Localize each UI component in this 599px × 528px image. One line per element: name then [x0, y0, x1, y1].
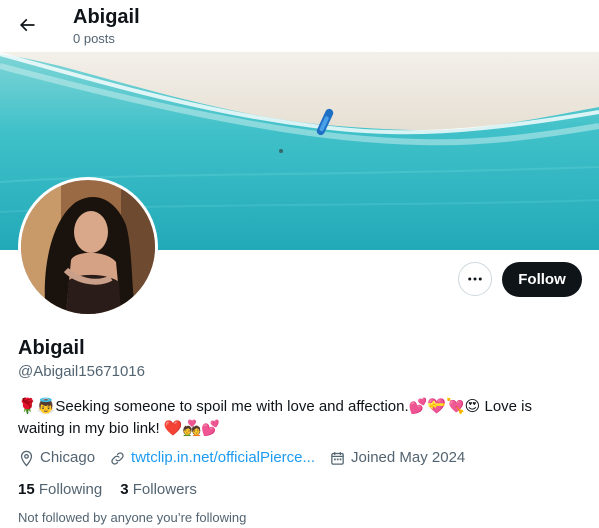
bio-emoji: 💕💝💘😍 — [408, 398, 481, 415]
profile-bio: 🌹👼Seeking someone to spoil me with love … — [18, 396, 573, 440]
arrow-left-icon — [19, 18, 35, 32]
link-icon — [111, 451, 124, 465]
profile-handle: @Abigail15671016 — [18, 363, 145, 380]
follow-counts: 15 Following 3 Followers — [18, 480, 215, 500]
back-button[interactable] — [10, 8, 44, 42]
follow-button[interactable]: Follow — [502, 262, 582, 297]
avatar-image — [21, 180, 155, 314]
post-count: 0 posts — [73, 31, 115, 46]
location-pin-icon — [20, 450, 33, 467]
avatar[interactable] — [18, 177, 158, 317]
profile-header: Abigail 0 posts — [0, 0, 599, 52]
bio-emoji: 🌹👼 — [18, 398, 56, 415]
profile-link[interactable]: twtclip.in.net/officialPierce... — [109, 448, 315, 468]
join-date: Joined May 2024 — [329, 448, 465, 468]
profile-meta: Chicago twtclip.in.net/officialPierce...… — [18, 448, 479, 468]
following-count-link[interactable]: 15 Following — [18, 480, 102, 500]
not-followed-notice: Not followed by anyone you’re following — [18, 510, 247, 525]
profile-name: Abigail — [18, 337, 85, 359]
bio-text: Seeking someone to spoil me with love an… — [55, 398, 409, 415]
location: Chicago — [18, 448, 95, 468]
more-horizontal-icon — [468, 277, 482, 281]
bio-emoji: ❤️💑💕 — [163, 420, 220, 437]
calendar-icon — [331, 451, 344, 465]
more-options-button[interactable] — [458, 262, 492, 296]
header-title: Abigail — [73, 6, 140, 28]
followers-count-link[interactable]: 3 Followers — [120, 480, 197, 500]
